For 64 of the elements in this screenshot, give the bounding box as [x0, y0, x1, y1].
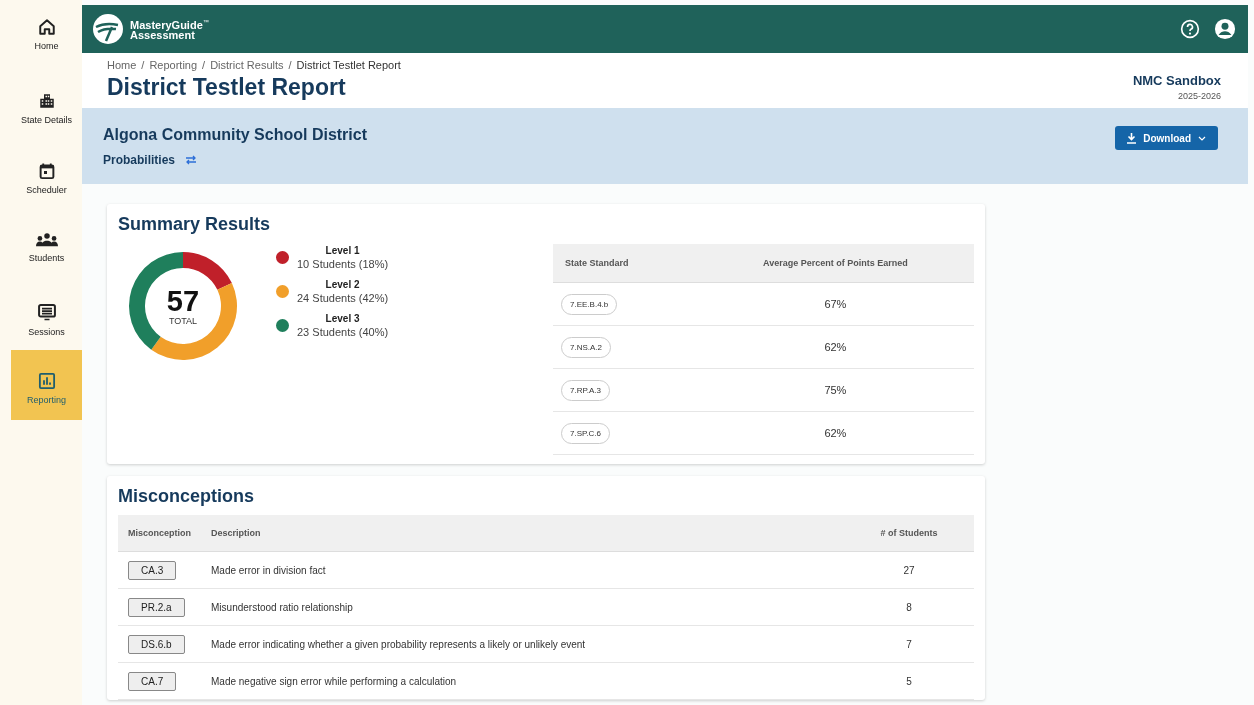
breadcrumb-link[interactable]: Home	[107, 59, 137, 71]
swoosh-logo-icon	[92, 13, 124, 45]
column-header: Average Percent of Points Earned	[696, 244, 974, 283]
school-year: 2025-2026	[1176, 91, 1221, 101]
home-icon	[37, 18, 56, 36]
table-cell: 75%	[696, 368, 974, 412]
buildings-icon	[37, 92, 56, 110]
download-button[interactable]: Download	[1115, 126, 1218, 150]
calendar-icon	[37, 162, 56, 180]
misconception-code: PR.2.a	[128, 597, 185, 617]
breadcrumb-separator: /	[288, 59, 292, 71]
logo-text: Assessment	[130, 30, 195, 42]
org-name: NMC Sandbox	[1132, 73, 1221, 88]
total-label: TOTAL	[168, 316, 198, 326]
nav-item[interactable]: Home	[11, 0, 82, 70]
total-count: 57	[166, 286, 200, 316]
nav-item[interactable]: Students	[11, 210, 82, 280]
nav-item[interactable]: Sessions	[11, 280, 82, 350]
table-cell: Made negative sign error while performing a calculation	[201, 662, 844, 700]
legend-label: Level 1	[325, 245, 360, 256]
column-header: State Standard	[553, 244, 697, 283]
table-cell: 5	[844, 662, 974, 700]
column-header: Description	[201, 515, 844, 552]
breadcrumb-link[interactable]: Reporting	[149, 59, 198, 71]
table-cell: 7	[844, 625, 974, 663]
nav-item[interactable]: State Details	[11, 70, 82, 140]
legend-label: Level 2	[325, 279, 360, 290]
table-cell: 27	[844, 551, 974, 589]
table-cell: 8	[844, 588, 974, 626]
misconception-code: CA.7	[128, 671, 177, 691]
table-cell: 62%	[696, 325, 974, 369]
legend-value: 23 Students (40%)	[297, 326, 389, 338]
account-icon[interactable]	[1214, 18, 1236, 40]
help-icon[interactable]	[1180, 19, 1200, 39]
swap-arrows-icon[interactable]	[185, 155, 198, 165]
column-header: Misconception	[118, 515, 201, 552]
breadcrumb-separator: /	[202, 59, 206, 71]
section-title: Summary Results	[118, 214, 272, 235]
bar-chart-icon	[37, 372, 56, 390]
table-cell: 62%	[696, 411, 974, 455]
breadcrumb-separator: /	[141, 59, 145, 71]
table-cell: 67%	[696, 282, 974, 326]
people-icon	[35, 232, 58, 248]
nav-item[interactable]: Reporting	[11, 350, 82, 420]
breadcrumb-current: District Testlet Report	[296, 59, 401, 71]
table-cell: Made error in division fact	[201, 551, 844, 589]
nav-item[interactable]: Scheduler	[11, 140, 82, 210]
page-title: District Testlet Report	[107, 74, 347, 101]
logo-text: MasteryGuide$^{™}$	[130, 17, 209, 31]
legend-value: 24 Students (42%)	[297, 292, 389, 304]
download-icon	[1127, 132, 1137, 144]
legend-label: Level 3	[325, 313, 360, 324]
table-cell: Made error indicating whether a given probability represents a likely or unlikely event	[201, 625, 844, 663]
breadcrumb-link[interactable]: District Results	[210, 59, 284, 71]
monitor-list-icon	[36, 302, 57, 322]
section-title: Misconceptions	[118, 486, 256, 507]
caret-icon	[1198, 135, 1206, 141]
misconception-code: CA.3	[128, 560, 177, 580]
subject-label: Probabilities	[103, 153, 176, 167]
misconception-code: DS.6.b	[128, 634, 185, 654]
column-header: # of Students	[844, 515, 974, 552]
legend-value: 10 Students (18%)	[297, 258, 389, 270]
district-name: Algona Community School District	[103, 126, 367, 144]
table-cell: Misunderstood ratio relationship	[201, 588, 844, 626]
